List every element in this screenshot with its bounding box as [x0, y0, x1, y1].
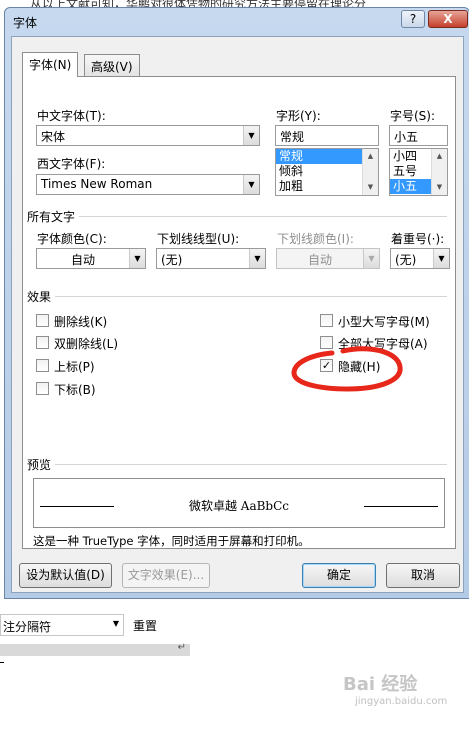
size-input[interactable]: 小五: [389, 125, 448, 146]
text-effects-button: 文字效果(E)...: [122, 563, 210, 588]
chevron-down-icon[interactable]: ▼: [129, 249, 145, 268]
underline-style-combo[interactable]: (无) ▼: [156, 248, 266, 269]
underline-style-value: (无): [161, 253, 183, 267]
chevron-down-icon: ▼: [363, 249, 379, 268]
set-default-button[interactable]: 设为默认值(D): [19, 563, 112, 588]
chevron-down-icon[interactable]: ▼: [243, 175, 259, 194]
font-tab-panel: 中文字体(T): 宋体 ▼ 西文字体(F): Times New Roman ▼…: [22, 76, 456, 549]
tab-font[interactable]: 字体(N): [22, 52, 79, 77]
font-color-combo[interactable]: 自动 ▼: [36, 248, 146, 269]
cancel-button[interactable]: 取消: [386, 563, 460, 588]
dialog-title: 字体: [13, 16, 38, 30]
checkbox[interactable]: [320, 314, 333, 327]
style-label: 字形(Y):: [276, 109, 321, 123]
font-color-label: 字体颜色(C):: [37, 232, 107, 246]
list-item[interactable]: 小四: [390, 149, 431, 164]
font-dialog: 字体 ? X 字体(N) 高级(V) 中文字体(T): 宋体 ▼ 西文字体(F)…: [4, 7, 469, 599]
checkbox-label: 上标(P): [54, 360, 95, 374]
scrollbar[interactable]: ▲ ▼: [431, 149, 447, 195]
chinese-font-value: 宋体: [41, 130, 66, 144]
watermark-url: jingyan.baidu.com: [355, 696, 448, 707]
list-item[interactable]: 常规: [276, 149, 362, 164]
effects-heading: 效果: [27, 290, 52, 304]
paragraph-mark-bar: ↵: [0, 642, 190, 656]
help-button[interactable]: ?: [401, 10, 425, 28]
underline-color-label: 下划线颜色(I):: [277, 232, 354, 246]
close-button[interactable]: X: [428, 10, 468, 28]
style-combo-value: 注分隔符: [3, 620, 52, 634]
red-annotation-circle: [291, 346, 403, 392]
checkbox-label: 删除线(K): [54, 315, 108, 329]
chevron-down-icon[interactable]: ▼: [433, 249, 449, 268]
scroll-up-icon[interactable]: ▲: [432, 149, 447, 164]
chevron-down-icon[interactable]: ▼: [243, 126, 259, 145]
underline-color-combo: 自动 ▼: [276, 248, 380, 269]
size-listbox[interactable]: 小四 五号 小五 ▲ ▼: [389, 148, 448, 196]
group-divider: [55, 296, 447, 297]
emphasis-value: (无): [395, 253, 417, 267]
group-divider: [79, 216, 447, 217]
preview-box: 微软卓越 AaBbCc: [33, 478, 445, 528]
list-item[interactable]: 小五: [390, 179, 431, 194]
western-font-label: 西文字体(F):: [37, 157, 106, 171]
group-divider: [55, 464, 447, 465]
scroll-down-icon[interactable]: ▼: [432, 180, 447, 195]
scrollbar[interactable]: ▲ ▼: [362, 149, 378, 195]
chinese-font-label: 中文字体(T):: [37, 109, 106, 123]
underline-style-label: 下划线线型(U):: [157, 232, 240, 246]
chevron-down-icon[interactable]: ▼: [249, 249, 265, 268]
western-font-value: Times New Roman: [41, 177, 153, 191]
font-color-value: 自动: [70, 253, 95, 267]
list-item[interactable]: 加粗: [276, 179, 362, 194]
checkbox-label: 双删除线(L): [54, 337, 119, 351]
list-item[interactable]: 五号: [390, 164, 431, 179]
preview-heading: 预览: [27, 458, 52, 472]
style-input[interactable]: 常规: [275, 125, 379, 146]
tab-advanced[interactable]: 高级(V): [84, 54, 140, 76]
checkbox[interactable]: [36, 359, 49, 372]
document-area-below: 注分隔符 ▼ 重置 ↵: [0, 600, 469, 733]
dialog-client-area: 字体(N) 高级(V) 中文字体(T): 宋体 ▼ 西文字体(F): Times…: [11, 36, 464, 593]
size-label: 字号(S):: [390, 109, 436, 123]
western-font-combo[interactable]: Times New Roman ▼: [36, 174, 260, 195]
ok-button[interactable]: 确定: [302, 563, 376, 588]
style-combo[interactable]: 注分隔符 ▼: [0, 614, 124, 636]
all-text-heading: 所有文字: [27, 210, 76, 224]
checkbox[interactable]: [36, 314, 49, 327]
text-cursor: [0, 662, 4, 663]
title-bar[interactable]: 字体 ? X: [5, 8, 469, 34]
checkbox[interactable]: [36, 336, 49, 349]
chevron-down-icon[interactable]: ▼: [113, 619, 119, 628]
chinese-font-combo[interactable]: 宋体 ▼: [36, 125, 260, 146]
checkbox[interactable]: [36, 382, 49, 395]
preview-note: 这是一种 TrueType 字体，同时适用于屏幕和打印机。: [33, 534, 310, 548]
preview-baseline: [364, 506, 438, 507]
return-icon: ↵: [177, 642, 186, 653]
watermark-logo: Bai 经验: [343, 674, 418, 695]
checkbox-label: 下标(B): [54, 383, 96, 397]
emphasis-combo[interactable]: (无) ▼: [390, 248, 450, 269]
scroll-up-icon[interactable]: ▲: [363, 149, 378, 164]
reset-link[interactable]: 重置: [133, 617, 157, 634]
checkbox-label: 小型大写字母(M): [338, 315, 430, 329]
list-item[interactable]: 倾斜: [276, 164, 362, 179]
emphasis-label: 着重号(·):: [391, 232, 445, 246]
style-listbox[interactable]: 常规 倾斜 加粗 ▲ ▼: [275, 148, 379, 196]
scroll-down-icon[interactable]: ▼: [363, 180, 378, 195]
underline-color-value: 自动: [307, 253, 332, 267]
